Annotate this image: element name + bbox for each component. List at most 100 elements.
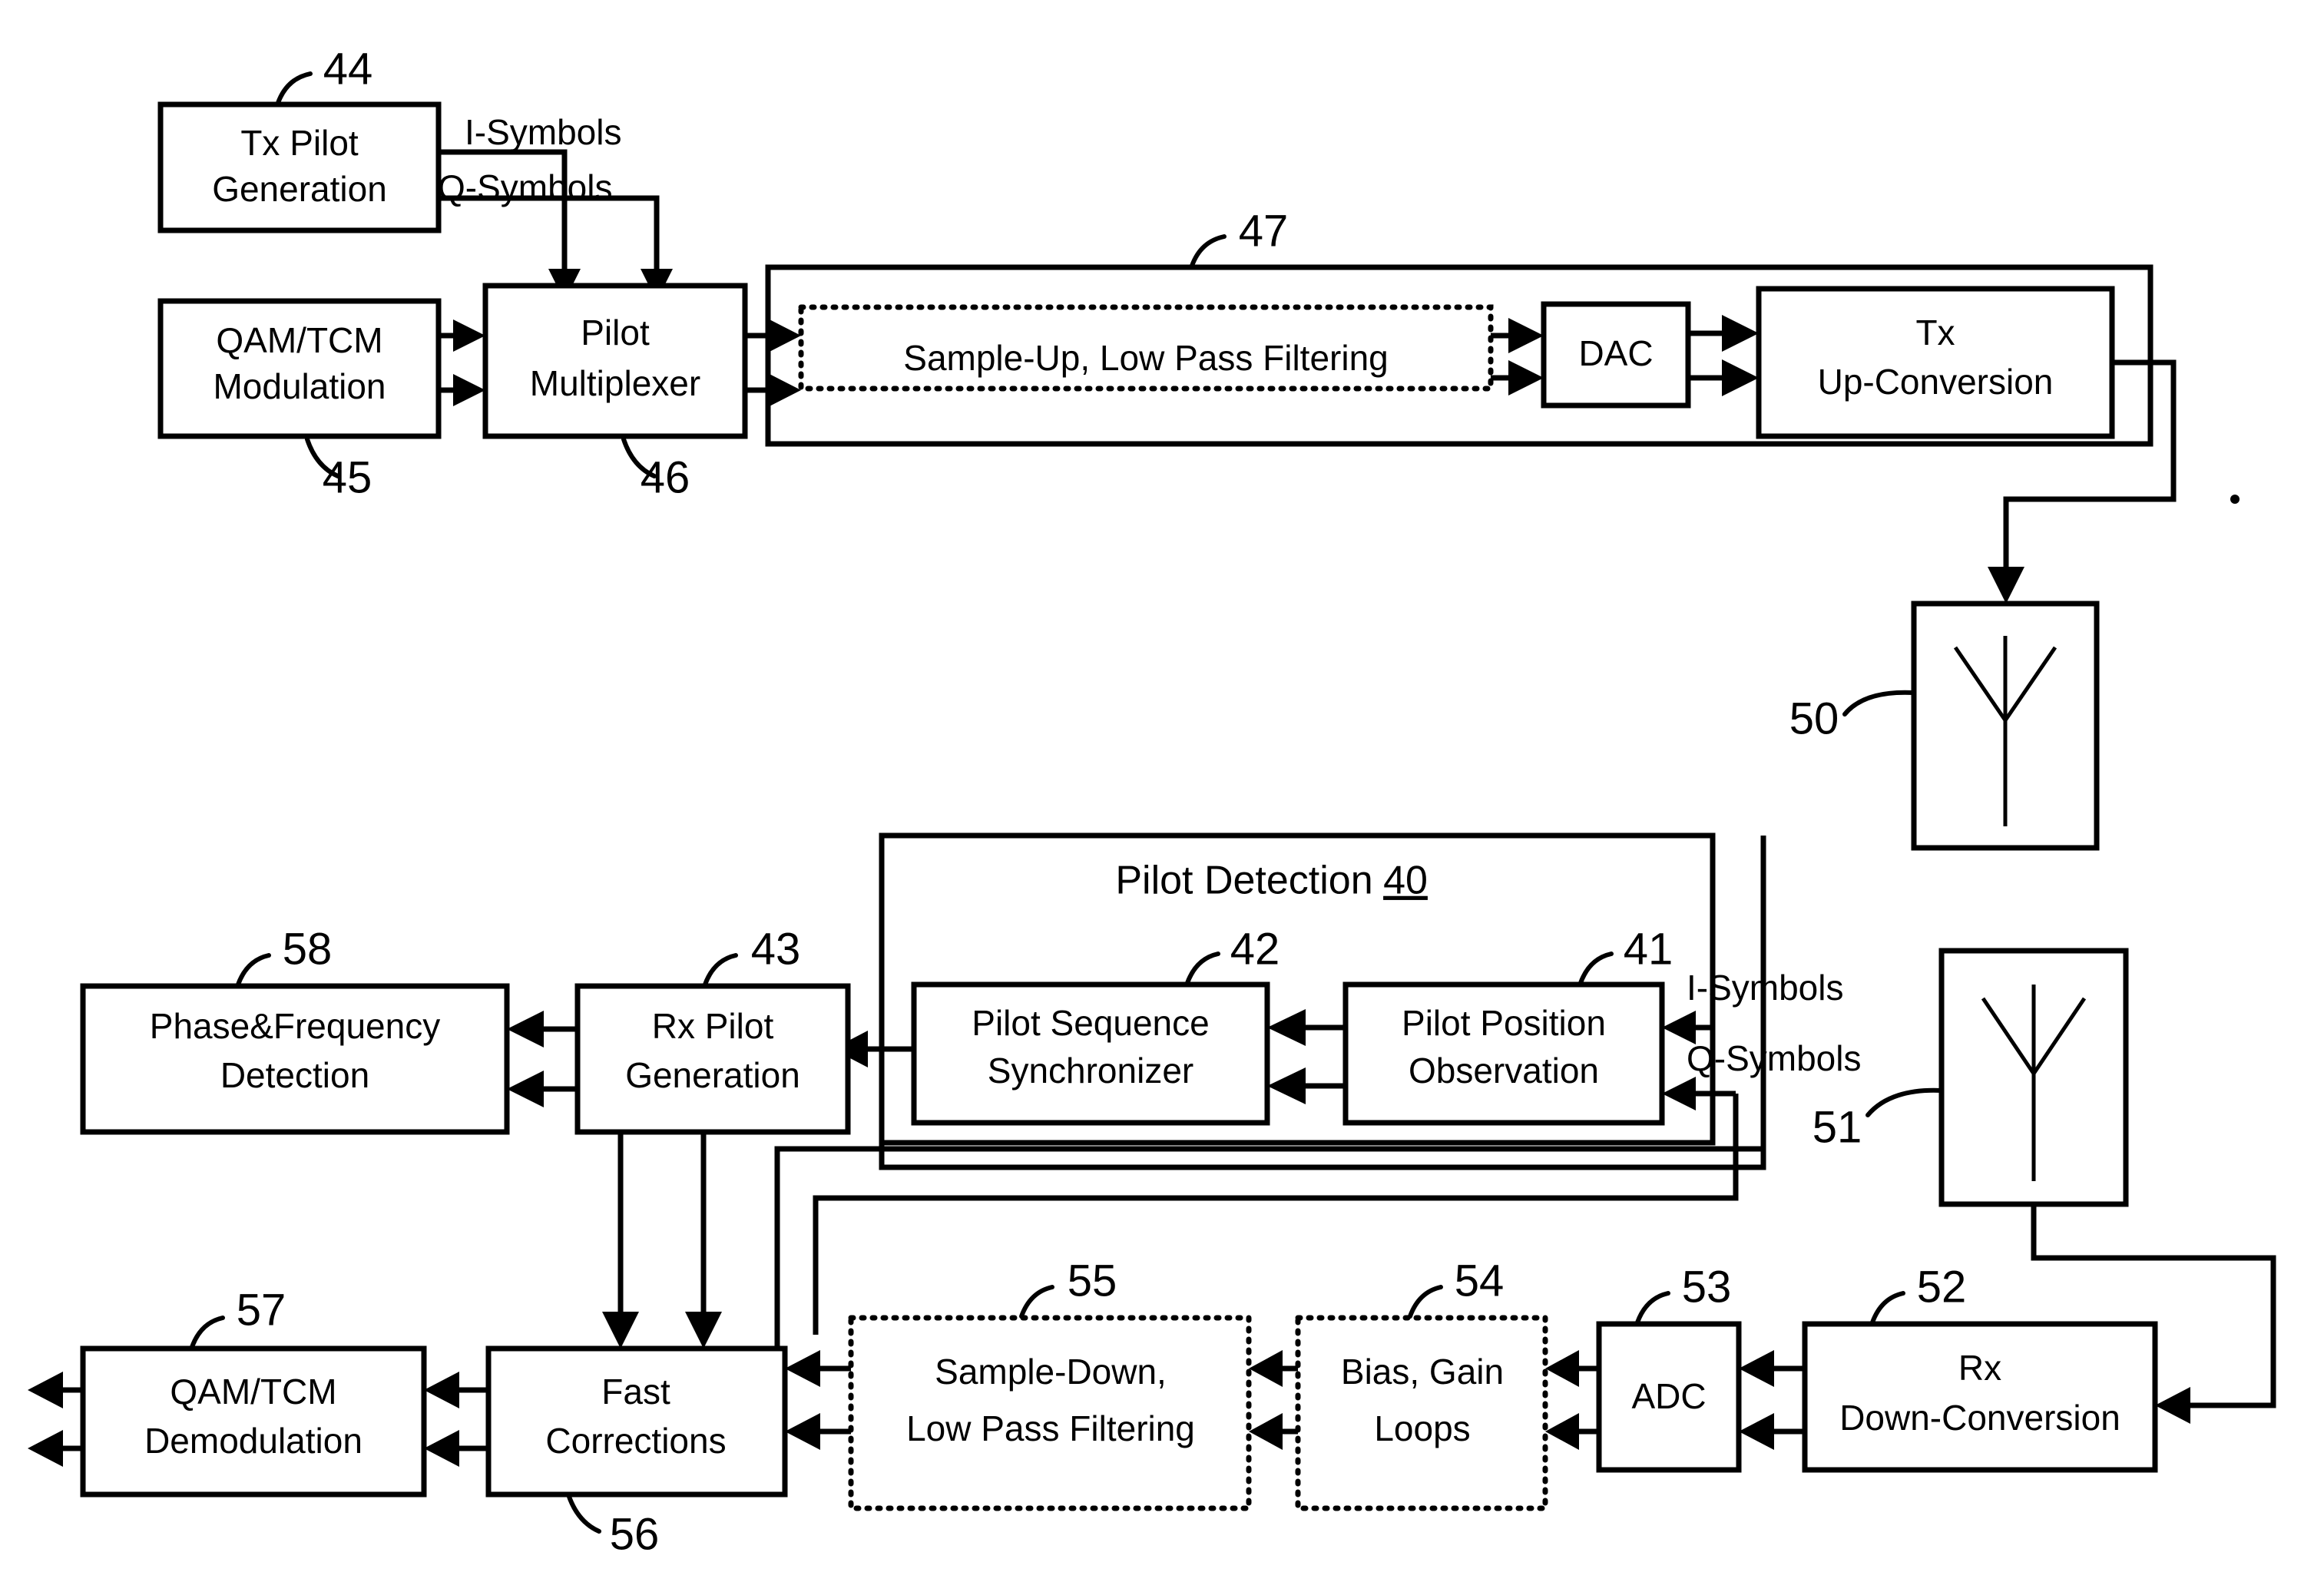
ref-callout-52: 52 (1870, 1262, 1966, 1325)
ref-number: 47 (1239, 206, 1289, 256)
block-qam-tcm-modulation[interactable]: QAM/TCM Modulation (157, 298, 442, 439)
ref-number: 51 (1813, 1102, 1862, 1152)
pilot-detection-title-ref: 40 (1383, 859, 1428, 903)
block-rx-down-conversion[interactable]: Rx Down-Conversion (1802, 1321, 2158, 1473)
block-label-line1: ADC (1631, 1376, 1706, 1416)
block-label-line2: Low Pass Filtering (906, 1408, 1195, 1448)
block-phase-frequency-detection[interactable]: Phase&Frequency Detection (80, 983, 510, 1135)
block-label-line2: Generation (625, 1055, 800, 1095)
arrowhead-iq-to-ppo-q (1662, 1077, 1696, 1110)
ref-callout-47: 47 (1190, 206, 1289, 268)
block-sample-up-low-pass-filtering[interactable]: Sample-Up, Low Pass Filtering (798, 304, 1494, 392)
ref-number: 55 (1068, 1256, 1117, 1306)
block-label-line1: Sample-Up, Low Pass Filtering (903, 338, 1388, 378)
block-label-line1: QAM/TCM (216, 320, 382, 360)
arrowhead-ppo-to-pss-q (1267, 1067, 1306, 1104)
block-tx-antenna[interactable] (1911, 601, 2100, 851)
wire-iq-vertical-q (813, 1094, 1739, 1335)
block-diagram-canvas: Tx Pilot Generation 44 I-Symbols Q-Symbo… (28, 44, 2276, 1559)
arrowhead-rxantenna-to-downconv (2155, 1387, 2190, 1424)
arrowhead-dac-to-upconv-q (1722, 359, 1759, 396)
block-label-line2: Loops (1374, 1408, 1470, 1448)
pilot-detection-title: Pilot Detection 40 (1115, 859, 1428, 903)
ref-number: 46 (641, 452, 690, 502)
block-label-line2: Observation (1409, 1051, 1599, 1091)
block-fast-corrections[interactable]: Fast Corrections (485, 1345, 788, 1498)
arrowhead-bias-to-sampledown-q (1249, 1413, 1283, 1450)
arrowhead-demod-output-i (28, 1372, 63, 1408)
signal-label-i-symbols-tx: I-Symbols (465, 112, 621, 152)
wire-tx-pilot-q (439, 195, 660, 286)
block-label-line2: Demodulation (144, 1421, 363, 1461)
block-label-line1: Rx Pilot (652, 1006, 774, 1046)
ref-number: 58 (283, 924, 333, 974)
arrowhead-downconv-to-adc-i (1739, 1350, 1774, 1387)
block-label-line1: Phase&Frequency (150, 1006, 440, 1046)
arrowhead-qam-to-mux-i (453, 319, 485, 352)
signal-label-q-symbols-rx: Q-Symbols (1687, 1038, 1861, 1078)
ref-callout-53: 53 (1635, 1262, 1732, 1325)
pilot-detection-title-text: Pilot Detection (1115, 859, 1372, 903)
arrowhead-qam-to-mux-q (453, 374, 485, 406)
block-pilot-position-observation[interactable]: Pilot Position Observation (1342, 981, 1665, 1126)
arrowhead-mux-to-sampleup-i (766, 318, 801, 353)
arrowhead-adc-to-bias-i (1545, 1350, 1579, 1387)
arrowhead-bias-to-sampledown-i (1249, 1350, 1283, 1387)
ref-number: 56 (610, 1509, 660, 1559)
scan-speck (2230, 495, 2240, 504)
block-adc[interactable]: ADC (1596, 1321, 1742, 1473)
arrowhead-rxpilot-to-pfd-q (507, 1071, 544, 1107)
ref-callout-54: 54 (1408, 1256, 1504, 1319)
block-rx-antenna[interactable] (1938, 948, 2129, 1207)
block-tx-pilot-generation[interactable]: Tx Pilot Generation (157, 101, 442, 233)
block-tx-up-conversion[interactable]: Tx Up-Conversion (1756, 286, 2115, 439)
block-dac[interactable]: DAC (1541, 301, 1691, 409)
arrowhead-fastcorr-to-demod-q (424, 1430, 459, 1467)
ref-number: 44 (323, 44, 373, 94)
block-label-line1: Pilot Sequence (972, 1003, 1209, 1043)
block-label-line2: Corrections (545, 1421, 726, 1461)
figure-root: Tx Pilot Generation 44 I-Symbols Q-Symbo… (0, 0, 2324, 1582)
block-label-line2: Modulation (213, 366, 386, 406)
block-label-line1: Bias, Gain (1341, 1352, 1504, 1392)
arrowhead-rxpilot-to-fastcorr-q (685, 1312, 722, 1349)
block-label-line1: QAM/TCM (170, 1372, 336, 1412)
ref-callout-44: 44 (276, 44, 373, 105)
arrowhead-dac-to-upconv-i (1722, 315, 1759, 352)
ref-number: 41 (1624, 924, 1673, 974)
arrowhead-downconv-to-adc-q (1739, 1413, 1774, 1450)
block-label-line1: Rx (1958, 1348, 2001, 1388)
ref-number: 53 (1682, 1262, 1732, 1312)
ref-number: 50 (1789, 693, 1839, 743)
ref-number: 57 (237, 1285, 286, 1335)
ref-callout-45: 45 (305, 437, 372, 502)
block-pilot-sequence-synchronizer[interactable]: Pilot Sequence Synchronizer (911, 981, 1270, 1126)
block-label-line1: DAC (1578, 333, 1653, 373)
block-rx-pilot-generation[interactable]: Rx Pilot Generation (574, 983, 851, 1135)
ref-callout-42: 42 (1185, 924, 1280, 985)
arrowhead-demod-output-q (28, 1430, 63, 1467)
ref-callout-46: 46 (621, 437, 690, 502)
block-qam-tcm-demodulation[interactable]: QAM/TCM Demodulation (80, 1345, 427, 1498)
arrowhead-sampledown-to-fastcorr-q (785, 1413, 820, 1450)
block-label-line2: Up-Conversion (1818, 362, 2054, 402)
ref-callout-41: 41 (1578, 924, 1673, 985)
ref-callout-51: 51 (1813, 1087, 1944, 1152)
block-label-line1: Sample-Down, (935, 1352, 1167, 1392)
block-label-line1: Tx Pilot (240, 123, 359, 163)
arrowhead-fastcorr-to-demod-i (424, 1372, 459, 1408)
arrowhead-sampleup-to-dac-i (1508, 318, 1544, 353)
block-sample-down-low-pass-filtering[interactable]: Sample-Down, Low Pass Filtering (848, 1315, 1252, 1511)
arrowhead-mux-to-sampleup-q (766, 372, 801, 408)
block-bias-gain-loops[interactable]: Bias, Gain Loops (1295, 1315, 1548, 1511)
ref-callout-43: 43 (703, 924, 801, 987)
ref-number: 43 (751, 924, 801, 974)
block-label-line1: Tx (1915, 313, 1955, 352)
block-label-line1: Fast (601, 1372, 670, 1412)
block-label-line2: Down-Conversion (1839, 1398, 2120, 1438)
arrowhead-sampleup-to-dac-q (1508, 360, 1544, 396)
ref-number: 42 (1230, 924, 1280, 974)
block-pilot-multiplexer[interactable]: Pilot Multiplexer (482, 283, 748, 439)
ref-callout-58: 58 (236, 924, 333, 987)
arrowhead-rxpilot-to-fastcorr-i (602, 1312, 639, 1349)
